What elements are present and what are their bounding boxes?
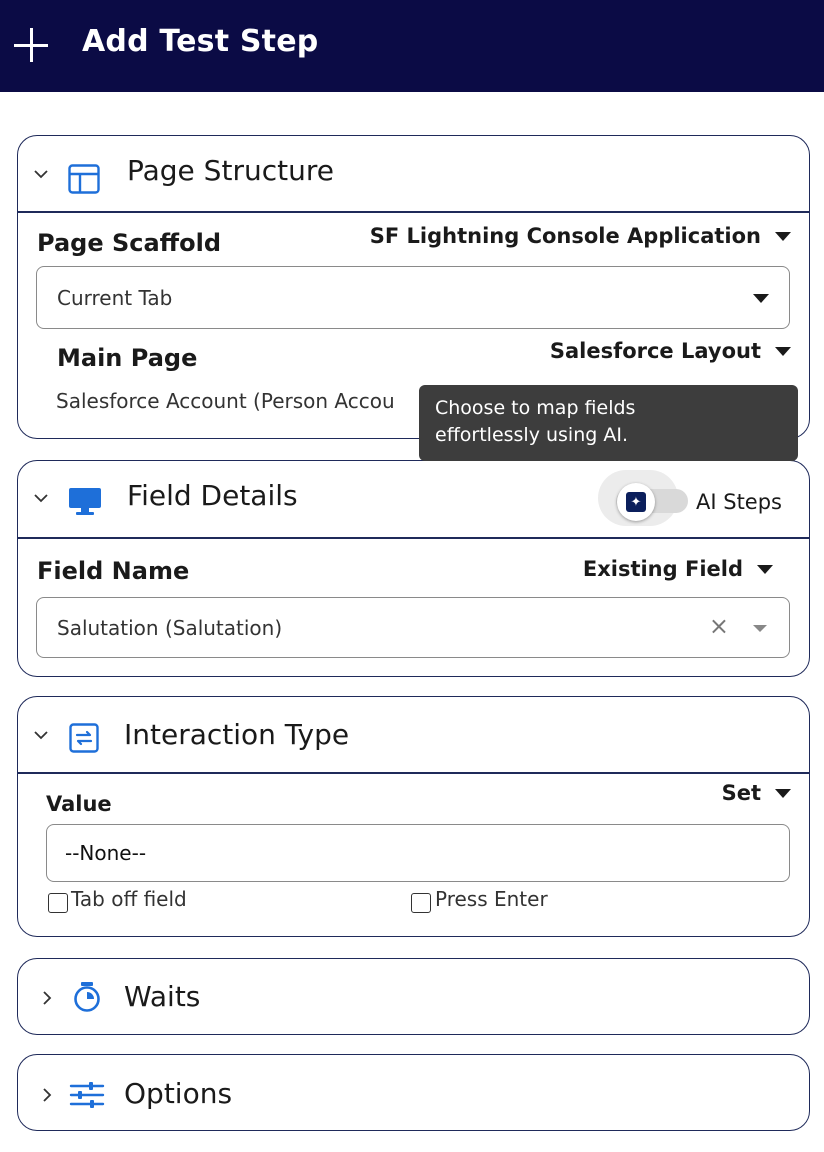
chevron-right-icon[interactable] [40,991,54,1005]
chevron-down-icon[interactable] [34,728,48,742]
chevron-right-icon[interactable] [40,1088,54,1102]
chevron-down-icon[interactable] [753,625,767,632]
ai-tooltip: Choose to map fields effortlessly using … [419,385,798,461]
chevron-down-icon[interactable] [34,167,48,181]
stopwatch-icon [72,981,102,1017]
page-scaffold-select[interactable]: Current Tab [36,266,790,329]
divider [18,772,809,774]
waits-panel[interactable]: Waits [17,958,810,1035]
page-scaffold-value: Current Tab [57,285,173,310]
options-panel[interactable]: Options [17,1054,810,1131]
page-title: Add Test Step [82,24,319,59]
value-input[interactable]: --None-- [46,824,790,882]
action-value: Set [721,781,761,805]
divider [18,211,809,213]
interaction-icon [69,723,99,757]
tooltip-line-1: Choose to map fields [435,397,636,419]
main-page-label: Main Page [57,344,198,372]
sliders-icon [69,1082,105,1112]
chevron-down-icon[interactable] [34,491,48,505]
caret-down-icon [775,231,791,241]
monitor-icon [68,486,102,522]
caret-down-icon [753,293,769,303]
ai-sparkle-icon: ✦ [626,492,646,512]
main-page-mode-value: Salesforce Layout [549,339,761,363]
field-name-label: Field Name [37,557,190,585]
action-dropdown[interactable]: Set [722,781,791,805]
interaction-type-title: Interaction Type [124,718,350,751]
clear-icon[interactable]: × [709,612,729,640]
ai-steps-toggle-knob[interactable]: ✦ [617,483,655,521]
caret-down-icon [757,564,773,574]
app-header: Add Test Step [0,0,824,92]
tab-off-label: Tab off field [71,887,187,911]
interaction-type-panel: Interaction Type Value Set --None-- Tab … [17,696,810,937]
press-enter-label: Press Enter [435,887,548,911]
page-scaffold-label: Page Scaffold [37,229,221,257]
divider [18,537,809,539]
main-page-value[interactable]: Salesforce Account (Person Accou [56,389,395,413]
field-name-select[interactable]: Salutation (Salutation) × [36,597,790,658]
scaffold-mode-value: SF Lightning Console Application [369,224,761,248]
field-name-value: Salutation (Salutation) [57,615,283,640]
field-details-title: Field Details [127,479,298,512]
plus-icon[interactable] [14,28,48,62]
layout-icon [68,164,100,198]
tooltip-line-2: effortlessly using AI. [435,424,628,446]
caret-down-icon [775,788,791,798]
value-label: Value [46,792,112,816]
caret-down-icon [775,346,791,356]
main-page-mode-dropdown[interactable]: Salesforce Layout [550,339,791,363]
scaffold-mode-dropdown[interactable]: SF Lightning Console Application [370,224,791,248]
ai-steps-label: AI Steps [696,490,782,514]
press-enter-checkbox[interactable] [411,893,431,913]
value-input-text: --None-- [65,841,147,865]
waits-title: Waits [124,980,201,1013]
tab-off-checkbox[interactable] [48,893,68,913]
field-mode-dropdown[interactable]: Existing Field [583,557,773,581]
field-mode-value: Existing Field [582,557,743,581]
field-details-panel: Field Details Field Name Existing Field … [17,460,810,677]
options-title: Options [124,1077,233,1110]
page-structure-title: Page Structure [127,154,334,187]
